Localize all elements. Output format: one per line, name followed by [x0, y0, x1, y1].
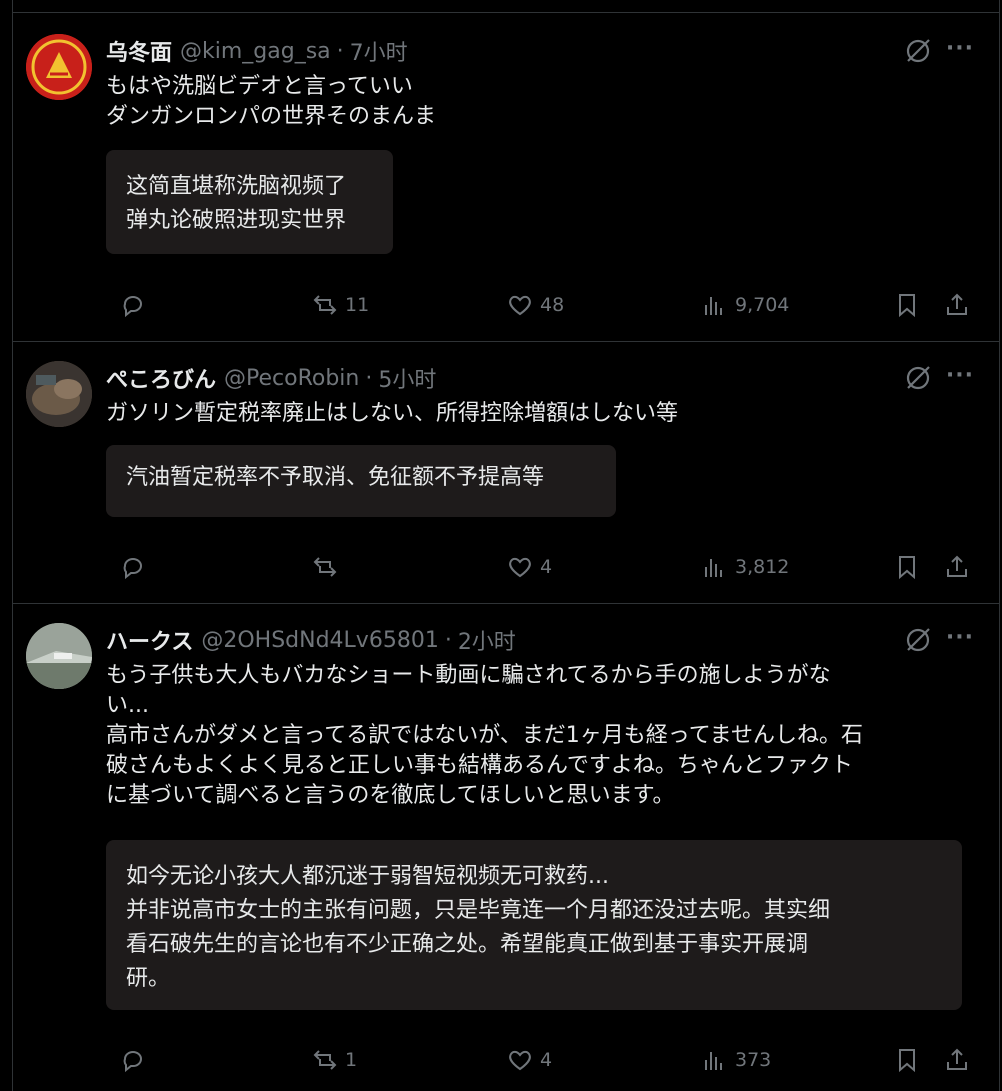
avatar-image	[26, 623, 92, 689]
heart-icon	[509, 557, 531, 578]
more-icon[interactable]: ···	[946, 363, 974, 388]
views-count: 9,704	[735, 294, 790, 316]
bookmark-button[interactable]	[893, 550, 921, 584]
timestamp[interactable]: 7小时	[350, 35, 408, 67]
user-handle[interactable]: @kim_gag_sa	[180, 39, 331, 64]
avatar[interactable]	[26, 361, 92, 427]
share-icon	[947, 1048, 967, 1070]
repost-button[interactable]	[311, 550, 345, 584]
avatar-image	[26, 361, 92, 427]
separator-dot: ·	[336, 38, 344, 64]
views-button[interactable]: 9,704	[701, 288, 789, 322]
like-button[interactable]: 48	[506, 288, 564, 322]
like-count: 48	[540, 294, 565, 316]
tweet-header: 乌冬面 @kim_gag_sa · 7小时	[106, 35, 408, 67]
share-button[interactable]	[943, 550, 971, 584]
tweet-text: ガソリン暫定税率廃止はしない、所得控除増額はしない等	[106, 401, 679, 426]
reply-icon	[123, 1051, 142, 1073]
avatar[interactable]	[26, 34, 92, 100]
repost-icon	[313, 557, 337, 577]
tweet-actions: 11 48 9,704	[13, 288, 999, 322]
separator-dot: ·	[444, 627, 452, 653]
reply-icon	[123, 296, 142, 318]
repost-count: 11	[345, 294, 370, 316]
repost-button[interactable]: 11	[311, 288, 369, 322]
views-count: 3,812	[735, 556, 790, 578]
views-icon	[705, 1052, 722, 1070]
repost-icon	[313, 295, 337, 315]
like-button[interactable]: 4	[506, 550, 552, 584]
share-button[interactable]	[943, 288, 971, 322]
like-count: 4	[540, 556, 553, 578]
display-name[interactable]: ぺころびん	[106, 362, 216, 394]
views-icon	[705, 297, 722, 315]
reply-button[interactable]	[119, 288, 153, 322]
grok-icon[interactable]	[904, 364, 932, 392]
timestamp[interactable]: 5小时	[378, 362, 436, 394]
repost-icon	[313, 1050, 337, 1070]
bookmark-button[interactable]	[893, 288, 921, 322]
bookmark-icon	[899, 556, 915, 580]
share-icon	[947, 293, 967, 315]
separator-dot: ·	[365, 365, 373, 391]
tweet-divider	[13, 341, 999, 342]
heart-icon	[509, 1050, 531, 1071]
grok-icon[interactable]	[904, 626, 932, 654]
avatar[interactable]	[26, 623, 92, 689]
repost-count: 1	[345, 1049, 358, 1071]
tweet-header: ぺころびん @PecoRobin · 5小时	[106, 362, 436, 394]
views-button[interactable]: 3,812	[701, 550, 789, 584]
tweet-text: もはや洗脳ビデオと言っていい ダンガンロンパの世界そのまんま	[106, 74, 437, 129]
heart-icon	[509, 295, 531, 316]
repost-button[interactable]: 1	[311, 1043, 357, 1077]
display-name[interactable]: 乌冬面	[106, 35, 172, 67]
share-icon	[947, 555, 967, 577]
views-count: 373	[735, 1049, 772, 1071]
like-button[interactable]: 4	[506, 1043, 552, 1077]
timestamp[interactable]: 2小时	[458, 624, 516, 656]
user-handle[interactable]: @2OHSdNd4Lv65801	[201, 628, 438, 653]
tweet-actions: 1 4 373	[13, 1043, 999, 1077]
translation-box: 这简直堪称洗脑视频了 弹丸论破照进现实世界	[106, 150, 393, 254]
reply-button[interactable]	[119, 550, 153, 584]
user-handle[interactable]: @PecoRobin	[224, 366, 359, 391]
bookmark-icon	[899, 1049, 915, 1073]
top-divider	[12, 12, 1000, 13]
translation-box: 汽油暂定税率不予取消、免征额不予提高等	[106, 445, 616, 517]
bookmark-button[interactable]	[893, 1043, 921, 1077]
reply-button[interactable]	[119, 1043, 153, 1077]
views-icon	[705, 559, 722, 577]
more-icon[interactable]: ···	[946, 625, 974, 650]
avatar-image	[26, 34, 92, 100]
tweet-text: もう子供も大人もバカなショート動画に騙されてるから手の施しようがな い... 高…	[106, 663, 863, 808]
tweet-header: ハークス @2OHSdNd4Lv65801 · 2小时	[106, 624, 516, 656]
share-button[interactable]	[943, 1043, 971, 1077]
bookmark-icon	[899, 294, 915, 318]
reply-icon	[123, 558, 142, 580]
display-name[interactable]: ハークス	[106, 624, 193, 656]
translation-box: 如今无论小孩大人都沉迷于弱智短视频无可救药... 并非说高市女士的主张有问题，只…	[106, 840, 962, 1010]
views-button[interactable]: 373	[701, 1043, 771, 1077]
tweet-divider	[13, 603, 999, 604]
tweet-actions: 4 3,812	[13, 550, 999, 584]
more-icon[interactable]: ···	[946, 36, 974, 61]
like-count: 4	[540, 1049, 553, 1071]
grok-icon[interactable]	[904, 37, 932, 65]
